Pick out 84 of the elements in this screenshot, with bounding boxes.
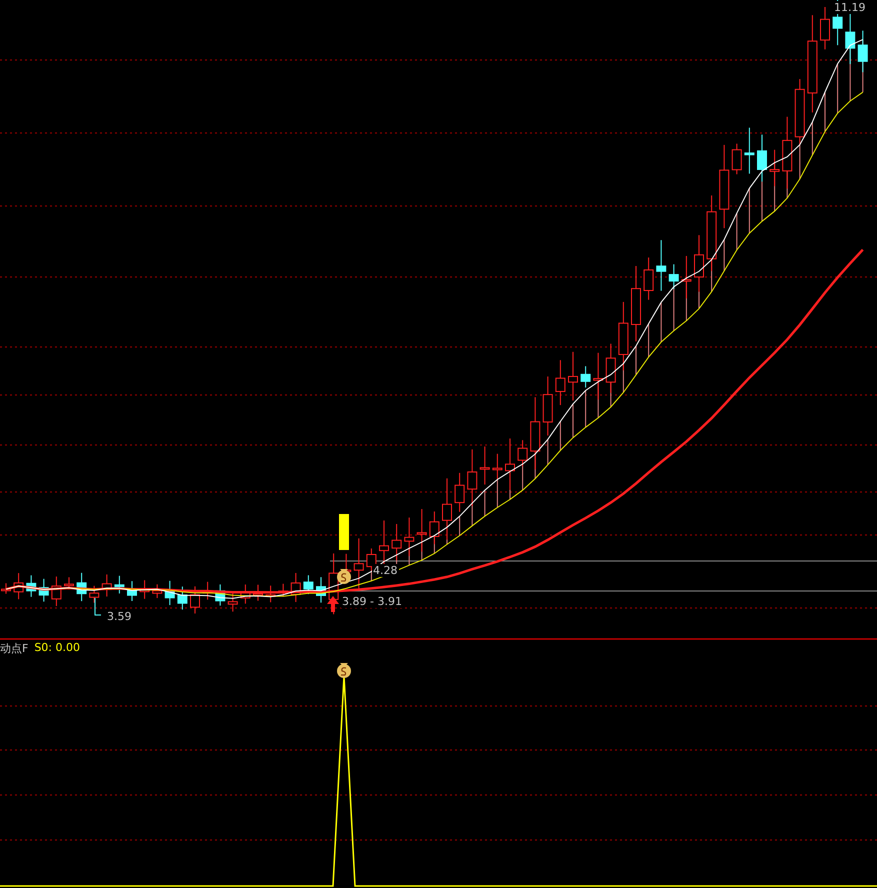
candlestick <box>606 343 616 394</box>
candlestick <box>51 576 62 607</box>
ma-gap-line <box>673 286 674 332</box>
candlestick <box>278 583 288 598</box>
range-label: 3.89 - 3.91 <box>341 595 403 608</box>
money-bag-icon <box>337 663 351 678</box>
candlestick <box>518 440 528 467</box>
candlestick <box>38 578 49 602</box>
candlestick <box>240 584 250 604</box>
candlestick <box>190 586 200 614</box>
candlestick <box>26 574 36 598</box>
candlestick <box>492 453 502 480</box>
candlestick <box>668 264 679 290</box>
ma-gap-line <box>370 570 372 582</box>
candlestick <box>480 446 490 486</box>
candlestick <box>555 360 566 406</box>
candlestick <box>442 478 452 540</box>
candlestick <box>140 580 150 600</box>
candlestick <box>542 376 553 436</box>
low-price-label: 3.59 <box>106 610 132 623</box>
ma-gap-line <box>496 479 498 508</box>
candlestick <box>89 585 100 604</box>
signal-candle <box>339 514 349 550</box>
candlestick <box>593 352 604 400</box>
indicator-name: 动点F <box>0 641 28 656</box>
candlestick <box>744 127 754 174</box>
candlestick <box>64 576 74 590</box>
ma-gap-line <box>585 390 586 428</box>
ma-gap-line <box>837 63 838 114</box>
ma-gap-line <box>724 239 725 272</box>
candlestick <box>467 448 478 506</box>
ma-gap-line <box>572 403 574 438</box>
ma-gap-line <box>648 323 650 358</box>
candlestick <box>290 572 301 602</box>
candlestick <box>253 584 263 602</box>
candlestick <box>316 576 326 604</box>
candlestick <box>266 585 276 603</box>
candlestick <box>656 240 666 292</box>
ma-gap-line <box>560 420 561 451</box>
range-label: 4.28 <box>372 564 398 577</box>
ma-gap-line <box>459 516 460 536</box>
ma-gap-line <box>736 212 738 251</box>
candlestick <box>580 366 591 388</box>
ma-gap-line <box>799 144 800 180</box>
candlestick <box>770 149 780 187</box>
money-bag-icon <box>337 569 351 584</box>
candlestick <box>14 572 24 600</box>
candlestick <box>404 517 414 556</box>
ma-gap-line <box>522 464 524 491</box>
candlestick <box>858 30 868 73</box>
candlestick <box>694 234 704 292</box>
candlestick <box>820 6 830 50</box>
candlestick <box>794 78 805 146</box>
candlestick <box>354 538 364 590</box>
candlestick <box>505 438 515 490</box>
ma-gap-line <box>824 91 826 132</box>
candlestick <box>416 508 427 552</box>
candlestick <box>152 584 162 599</box>
candlestick <box>215 584 226 606</box>
ma-gap-line <box>484 490 486 517</box>
candlestick <box>681 255 692 299</box>
up-arrow-icon <box>327 596 339 612</box>
ma-gap-line <box>547 438 548 466</box>
candlestick <box>76 572 87 602</box>
candlestick <box>102 574 112 598</box>
ma-gap-line <box>748 188 750 234</box>
ma-gap-line <box>660 302 662 343</box>
candlestick <box>164 580 175 606</box>
candlestick <box>177 586 188 610</box>
candlestick <box>618 301 628 371</box>
pointer-line-icon <box>94 598 102 616</box>
candlestick <box>114 575 124 594</box>
candlestick <box>644 257 654 300</box>
candlestick <box>454 472 465 512</box>
candlestick <box>228 591 238 612</box>
candlestick <box>757 134 767 182</box>
candlestick <box>127 580 137 602</box>
candlestick <box>732 143 742 175</box>
indicator-value: S0: 0.00 <box>34 641 80 656</box>
candlestick <box>429 511 440 545</box>
candlestick <box>568 351 578 402</box>
ma-gap-line <box>812 122 813 156</box>
high-price-label: 11.19 <box>833 1 866 14</box>
candlestick <box>392 523 402 561</box>
